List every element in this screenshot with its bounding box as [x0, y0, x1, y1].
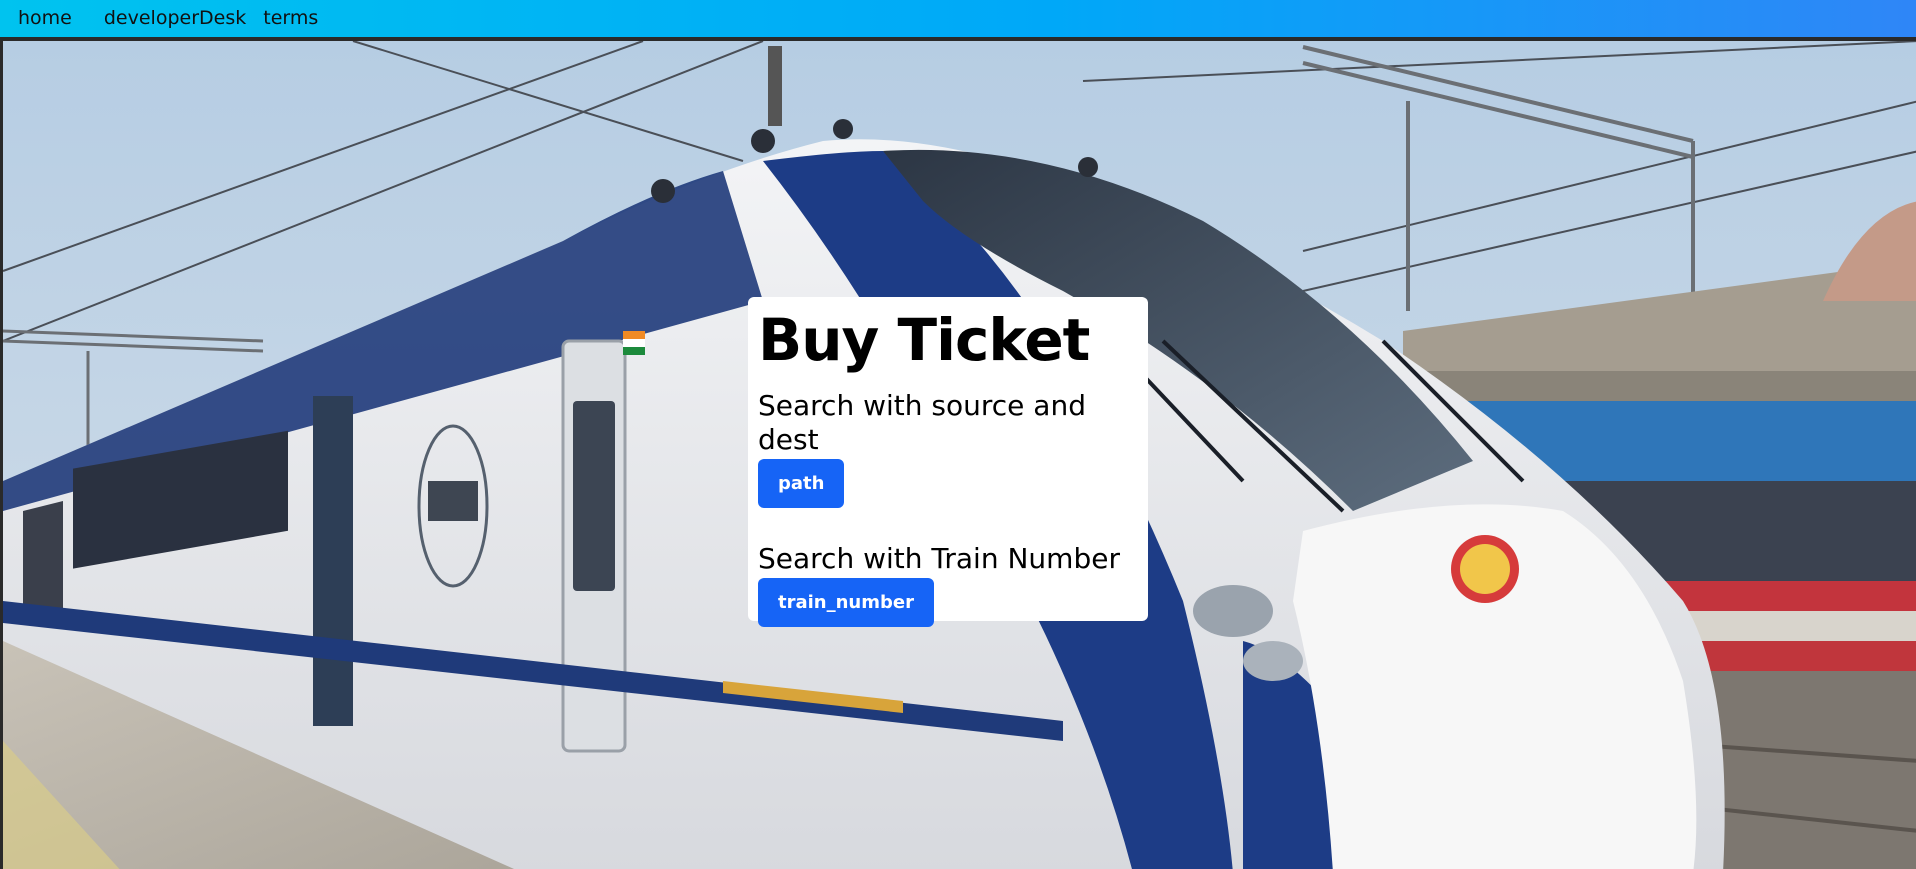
- nav-link-home[interactable]: home: [18, 0, 72, 37]
- search-train-label: Search with Train Number: [758, 542, 1120, 575]
- page-title: Buy Ticket: [758, 306, 1090, 374]
- search-path-label: Search with source and dest: [758, 389, 1086, 456]
- train-number-button[interactable]: train_number: [758, 578, 934, 627]
- nav-link-terms[interactable]: terms: [263, 0, 318, 37]
- buy-ticket-card: Buy Ticket Search with source and dest p…: [748, 297, 1148, 627]
- top-navbar: home developerDesk terms: [0, 0, 1916, 37]
- nav-link-developer-desk[interactable]: developerDesk: [104, 0, 246, 37]
- path-button[interactable]: path: [758, 459, 845, 508]
